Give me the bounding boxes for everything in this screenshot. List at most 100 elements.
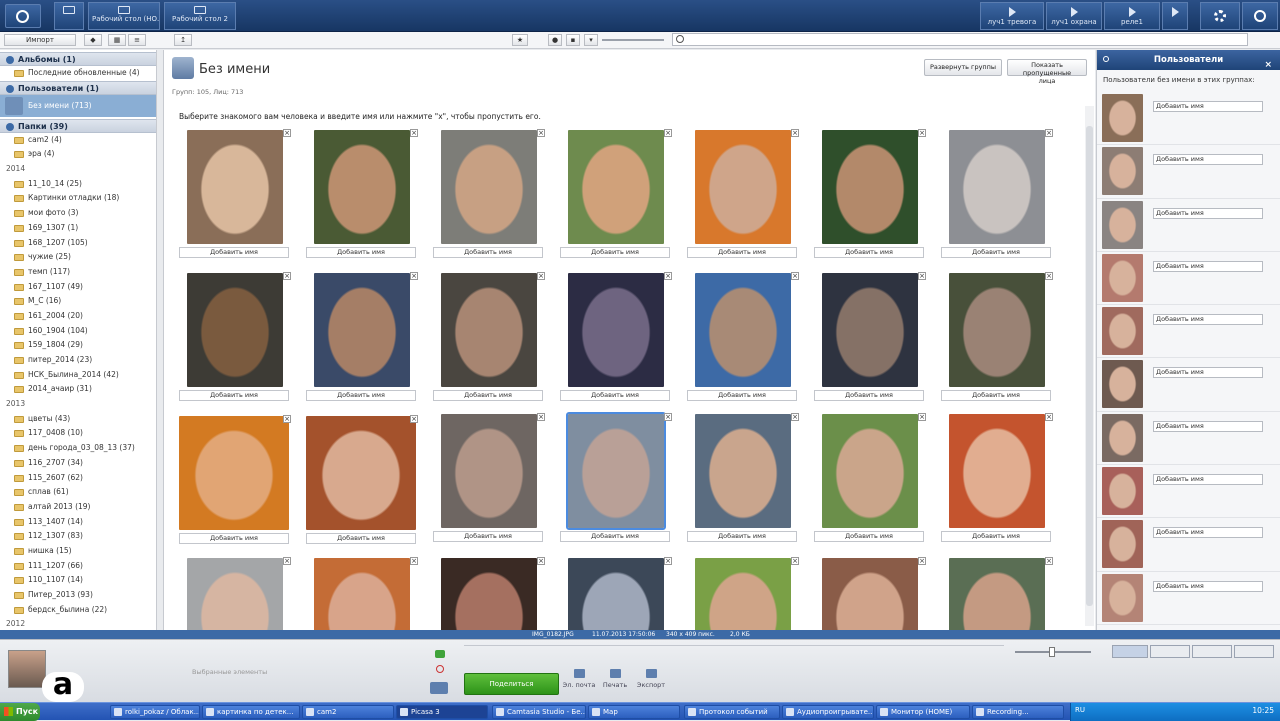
- close-icon[interactable]: ×: [410, 129, 418, 137]
- face-thumbnail[interactable]: [187, 273, 283, 387]
- add-name-field[interactable]: Добавить имя: [1153, 580, 1263, 592]
- close-icon[interactable]: ×: [1045, 272, 1053, 280]
- add-name-field[interactable]: Добавить имя: [179, 247, 289, 258]
- add-name-field[interactable]: Добавить имя: [687, 531, 797, 542]
- email-button[interactable]: Эл. почта: [562, 669, 596, 689]
- folder-item[interactable]: 112_1307 (83): [0, 529, 156, 544]
- video-filter-button[interactable]: ▪: [566, 34, 580, 46]
- face-thumbnail[interactable]: [187, 558, 283, 630]
- add-name-field[interactable]: Добавить имя: [814, 531, 924, 542]
- folder-item[interactable]: 110_1107 (14): [0, 573, 156, 588]
- add-name-field[interactable]: Добавить имя: [1153, 314, 1263, 326]
- face-tile[interactable]: ×Добавить имя: [560, 272, 672, 404]
- add-name-field[interactable]: Добавить имя: [941, 531, 1051, 542]
- face-tile[interactable]: ×Добавить имя: [179, 129, 291, 261]
- person-thumbnail[interactable]: [1102, 467, 1143, 516]
- folder-item[interactable]: 169_1307 (1): [0, 221, 156, 236]
- albums-section[interactable]: Альбомы (1): [0, 52, 156, 66]
- face-thumbnail[interactable]: [695, 273, 791, 387]
- taskbar-item[interactable]: rolki_pokaz / Облак...: [110, 705, 200, 719]
- folder-item[interactable]: 161_2004 (20): [0, 309, 156, 324]
- face-tile[interactable]: ×Добавить имя: [433, 413, 545, 545]
- close-icon[interactable]: ×: [410, 272, 418, 280]
- folder-item[interactable]: сплав (61): [0, 485, 156, 500]
- folder-item[interactable]: 159_1804 (29): [0, 338, 156, 353]
- person-thumbnail[interactable]: [1102, 94, 1143, 142]
- face-thumbnail[interactable]: [441, 130, 537, 244]
- face-thumbnail[interactable]: [822, 558, 918, 630]
- face-tile[interactable]: ×Добавить имя: [941, 413, 1053, 545]
- desktop-2-button[interactable]: Рабочий стол 2: [164, 2, 236, 30]
- close-icon[interactable]: ×: [537, 129, 545, 137]
- folder-item[interactable]: 2014_ачаир (31): [0, 382, 156, 397]
- folders-section[interactable]: Папки (39): [0, 118, 156, 133]
- face-tile[interactable]: ×Добавить имя: [179, 557, 291, 630]
- hold-button[interactable]: [430, 682, 448, 694]
- close-icon[interactable]: ×: [537, 413, 545, 421]
- expand-groups-button[interactable]: Развернуть группы: [924, 59, 1002, 76]
- taskbar-item[interactable]: Мар: [588, 705, 680, 719]
- folder-item[interactable]: мои фото (3): [0, 206, 156, 221]
- add-name-field[interactable]: Добавить имя: [306, 247, 416, 258]
- settings-button[interactable]: [1200, 2, 1240, 30]
- taskbar-item[interactable]: Протокол событий: [684, 705, 780, 719]
- face-thumbnail[interactable]: [949, 130, 1045, 244]
- folder-item[interactable]: цветы (43): [0, 412, 156, 427]
- folder-item[interactable]: Питер_2013 (93): [0, 588, 156, 603]
- close-icon[interactable]: ×: [918, 413, 926, 421]
- share-button[interactable]: Поделиться: [464, 673, 559, 695]
- add-name-field[interactable]: Добавить имя: [433, 390, 543, 401]
- taskbar-item[interactable]: Монитор (HOME): [876, 705, 970, 719]
- panel-collapse-icon[interactable]: [1103, 56, 1109, 62]
- face-tile[interactable]: ×Добавить имя: [560, 412, 672, 545]
- info-toggle-button[interactable]: [1234, 645, 1274, 658]
- close-icon[interactable]: ×: [791, 413, 799, 421]
- face-thumbnail[interactable]: [949, 273, 1045, 387]
- folder-item[interactable]: НСК_Былина_2014 (42): [0, 368, 156, 383]
- add-name-field[interactable]: Добавить имя: [306, 533, 416, 544]
- face-tile[interactable]: ×Добавить имя: [560, 557, 672, 630]
- geo-filter-button[interactable]: ▾: [584, 34, 598, 46]
- face-thumbnail[interactable]: [314, 558, 410, 630]
- add-name-field[interactable]: Добавить имя: [687, 247, 797, 258]
- face-tile[interactable]: ×Добавить имя: [433, 272, 545, 404]
- folder-item[interactable]: день города_03_08_13 (37): [0, 441, 156, 456]
- face-tile[interactable]: × Добавить имя: [687, 413, 799, 545]
- taskbar-item[interactable]: картинка по детек...: [202, 705, 300, 719]
- close-icon[interactable]: ×: [918, 129, 926, 137]
- face-thumbnail[interactable]: [179, 416, 289, 530]
- close-icon[interactable]: ×: [791, 557, 799, 565]
- scroll-thumb[interactable]: [1086, 126, 1093, 606]
- close-icon[interactable]: ×: [664, 557, 672, 565]
- person-thumbnail[interactable]: [1102, 147, 1143, 196]
- power-button[interactable]: [1242, 2, 1278, 30]
- selected-thumbnail[interactable]: [8, 650, 46, 688]
- show-skipped-button[interactable]: Показать пропущенные лица: [1007, 59, 1087, 85]
- folder-item[interactable]: 160_1904 (104): [0, 324, 156, 339]
- close-icon[interactable]: ×: [1045, 129, 1053, 137]
- export-button[interactable]: Экспорт: [634, 669, 668, 689]
- add-name-field[interactable]: Добавить имя: [1153, 527, 1263, 539]
- folder-item[interactable]: темп (117): [0, 265, 156, 280]
- close-icon[interactable]: ×: [664, 272, 672, 280]
- clear-button[interactable]: [436, 665, 444, 673]
- face-thumbnail[interactable]: [949, 558, 1045, 630]
- add-name-field[interactable]: Добавить имя: [1153, 367, 1263, 379]
- close-icon[interactable]: ×: [918, 272, 926, 280]
- folder-item[interactable]: 117_0408 (10): [0, 426, 156, 441]
- face-thumbnail[interactable]: [695, 558, 791, 630]
- people-filter-button[interactable]: ●: [548, 34, 562, 46]
- taskbar-item[interactable]: Camtasia Studio - Бе...: [492, 705, 586, 719]
- face-tile[interactable]: ×Добавить имя: [941, 272, 1053, 404]
- person-thumbnail[interactable]: [1102, 413, 1143, 462]
- face-thumbnail[interactable]: [949, 414, 1045, 528]
- slider-thumb[interactable]: [1049, 647, 1055, 657]
- scrollbar[interactable]: [1085, 106, 1094, 626]
- places-toggle-button[interactable]: [1150, 645, 1190, 658]
- people-view-button[interactable]: ◆: [84, 34, 102, 46]
- folder-item[interactable]: 167_1107 (49): [0, 280, 156, 295]
- face-thumbnail[interactable]: [568, 273, 664, 387]
- folder-item[interactable]: 168_1207 (105): [0, 236, 156, 251]
- folder-item[interactable]: 113_1407 (14): [0, 515, 156, 530]
- face-tile[interactable]: ×Добавить имя: [433, 557, 545, 630]
